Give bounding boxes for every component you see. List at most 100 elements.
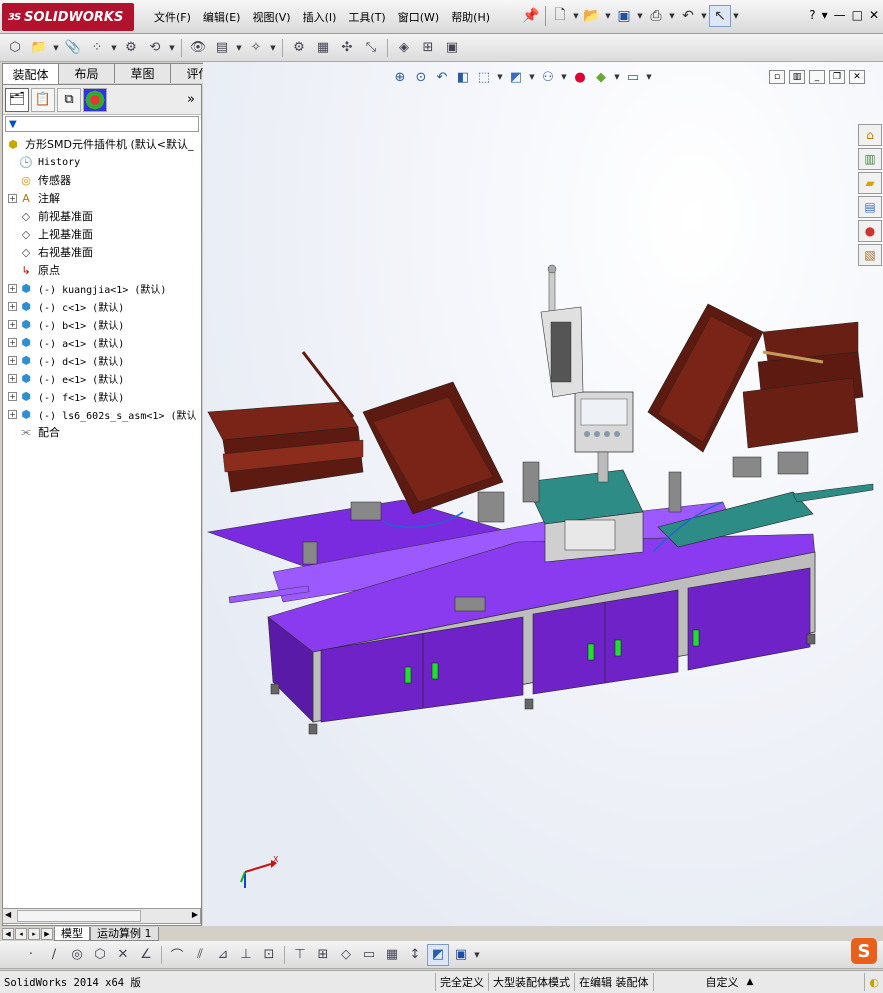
tree-item[interactable]: + ⬢ (-) d<1> (默认) bbox=[3, 351, 201, 369]
close-icon[interactable]: ✕ bbox=[869, 8, 879, 22]
chevron-down-icon[interactable]: ▼ bbox=[732, 12, 740, 20]
tree-filter[interactable]: ▼ bbox=[5, 116, 199, 132]
tree-root-assembly[interactable]: ⬢ 方形SMD元件插件机 (默认<默认_ bbox=[3, 135, 201, 153]
tree-item[interactable]: + ⬢ (-) ls6_602s_s_asm<1> (默认 bbox=[3, 405, 201, 423]
new-motion-study-icon[interactable]: ⚙ bbox=[288, 37, 310, 59]
expand-icon[interactable]: + bbox=[8, 319, 17, 329]
chevron-down-icon[interactable]: ▼ bbox=[235, 44, 243, 52]
edit-appearance-icon[interactable]: ● bbox=[571, 68, 589, 86]
undo-icon[interactable]: ↶ bbox=[677, 5, 699, 27]
apply-scene-icon[interactable]: ◆ bbox=[592, 68, 610, 86]
chevron-down-icon[interactable]: ▼ bbox=[528, 73, 536, 81]
chevron-down-icon[interactable]: ▼ bbox=[604, 12, 612, 20]
line-icon[interactable]: ∕ bbox=[43, 944, 65, 966]
minimize-icon[interactable]: — bbox=[834, 8, 846, 22]
chevron-down-icon[interactable]: ▼ bbox=[473, 951, 481, 959]
scrollbar-thumb[interactable] bbox=[17, 910, 141, 922]
interference-detection-icon[interactable]: ◈ bbox=[393, 37, 415, 59]
grid-icon[interactable]: ⊞ bbox=[312, 944, 334, 966]
chevron-down-icon[interactable]: ▼ bbox=[110, 44, 118, 52]
dimension-icon[interactable]: ⊤ bbox=[289, 944, 311, 966]
tab-sketch[interactable]: 草图 bbox=[114, 63, 171, 83]
move-icon[interactable]: ↕ bbox=[404, 944, 426, 966]
menu-insert[interactable]: 插入(I) bbox=[297, 9, 343, 27]
tree-item[interactable]: + A 注解 bbox=[3, 189, 201, 207]
circle-icon[interactable]: ◎ bbox=[66, 944, 88, 966]
horizontal-scrollbar[interactable]: ◀ ▶ bbox=[2, 908, 201, 924]
graphics-area[interactable]: ⊕ ⊙ ↶ ◧ ⬚ ▼ ◩ ▼ ⚇ ▼ ● ◆ ▼ ▭ ▼ ▫ ▥ _ ❐ ✕ ⌂ ▥ ▰… bbox=[203, 62, 883, 926]
assembly-features-icon[interactable]: ▤ bbox=[211, 37, 233, 59]
chevron-down-icon[interactable]: ▼ bbox=[613, 73, 621, 81]
tab-motion-study-1[interactable]: 运动算例 1 bbox=[90, 926, 159, 941]
chevron-down-icon[interactable]: ▼ bbox=[668, 12, 676, 20]
section-view-icon[interactable]: ◧ bbox=[454, 68, 472, 86]
prev-tab-icon[interactable]: ◂ bbox=[15, 927, 27, 940]
next-tab-icon[interactable]: ▸ bbox=[28, 927, 40, 940]
maximize-icon[interactable]: □ bbox=[852, 8, 863, 22]
expand-icon[interactable]: + bbox=[8, 391, 17, 401]
tree-item[interactable]: + ⬢ (-) a<1> (默认) bbox=[3, 333, 201, 351]
chevron-down-icon[interactable]: ▾ bbox=[822, 8, 828, 22]
display-manager-tab-icon[interactable] bbox=[83, 87, 107, 112]
previous-view-icon[interactable]: ↶ bbox=[433, 68, 451, 86]
view-orientation-icon[interactable]: ⬚ bbox=[475, 68, 493, 86]
select-pointer-icon[interactable]: ↖ bbox=[709, 5, 731, 27]
plane-icon[interactable]: ◇ bbox=[335, 944, 357, 966]
feature-manager-tab-icon[interactable]: 🗂 bbox=[5, 87, 29, 112]
tree-item[interactable]: + ⬢ (-) e<1> (默认) bbox=[3, 369, 201, 387]
view-palette-icon[interactable]: ▤ bbox=[858, 196, 882, 218]
chevron-down-icon[interactable]: ▼ bbox=[700, 12, 708, 20]
expand-panel-icon[interactable]: » bbox=[187, 92, 195, 107]
menu-edit[interactable]: 编辑(E) bbox=[197, 9, 247, 27]
viewport-split-icon[interactable]: ▥ bbox=[789, 70, 805, 84]
chevron-down-icon[interactable]: ▼ bbox=[269, 44, 277, 52]
new-document-icon[interactable]: 🗋 bbox=[549, 5, 571, 27]
tree-item[interactable]: + ⬢ (-) b<1> (默认) bbox=[3, 315, 201, 333]
tree-item[interactable]: + ⬢ (-) kuangjia<1> (默认) bbox=[3, 279, 201, 297]
move-component-icon[interactable]: ⟲ bbox=[144, 37, 166, 59]
configuration-manager-tab-icon[interactable]: ⧉ bbox=[57, 87, 81, 112]
machine-model-3d[interactable] bbox=[203, 252, 883, 772]
bill-of-materials-icon[interactable]: ▦ bbox=[312, 37, 334, 59]
tree-item[interactable]: ◇ 上视基准面 bbox=[3, 225, 201, 243]
expand-icon[interactable]: + bbox=[8, 373, 17, 383]
property-manager-tab-icon[interactable]: 📋 bbox=[31, 87, 55, 112]
display-style-icon[interactable]: ◩ bbox=[507, 68, 525, 86]
chevron-down-icon[interactable]: ▼ bbox=[572, 12, 580, 20]
smart-dimension-icon[interactable]: ⊡ bbox=[258, 944, 280, 966]
window-icon[interactable]: ▭ bbox=[358, 944, 380, 966]
explode-line-sketch-icon[interactable]: ⤡ bbox=[360, 37, 382, 59]
tree-item[interactable]: 🕒 History bbox=[3, 153, 201, 171]
menu-tools[interactable]: 工具(T) bbox=[342, 9, 391, 27]
menu-file[interactable]: 文件(F) bbox=[148, 9, 197, 27]
chevron-down-icon[interactable]: ▼ bbox=[52, 44, 60, 52]
chevron-down-icon[interactable]: ▼ bbox=[496, 73, 504, 81]
linear-pattern-icon[interactable]: ⁘ bbox=[86, 37, 108, 59]
expand-icon[interactable]: + bbox=[8, 409, 17, 419]
relation-icon[interactable]: ⊥ bbox=[235, 944, 257, 966]
menu-view[interactable]: 视图(V) bbox=[246, 9, 296, 27]
chevron-down-icon[interactable]: ▼ bbox=[645, 73, 653, 81]
expand-icon[interactable]: + bbox=[8, 193, 17, 203]
design-library-icon[interactable]: ▥ bbox=[858, 148, 882, 170]
insert-component-icon[interactable]: ⬡ bbox=[4, 37, 26, 59]
view-settings-icon[interactable]: ▭ bbox=[624, 68, 642, 86]
sogou-ime-icon[interactable]: S bbox=[851, 938, 877, 964]
scroll-left-icon[interactable]: ◀ bbox=[5, 910, 11, 919]
tree-item[interactable]: + ⬢ (-) f<1> (默认) bbox=[3, 387, 201, 405]
last-tab-icon[interactable]: ▶ bbox=[41, 927, 53, 940]
expand-icon[interactable]: + bbox=[8, 337, 17, 347]
help-balloon-icon[interactable]: ◐ bbox=[864, 973, 883, 991]
point-icon[interactable]: · bbox=[20, 944, 42, 966]
mirror-icon[interactable]: ⊿ bbox=[212, 944, 234, 966]
polygon-icon[interactable]: ⬡ bbox=[89, 944, 111, 966]
table-icon[interactable]: ▦ bbox=[381, 944, 403, 966]
fillet-icon[interactable]: ⌒ bbox=[166, 944, 188, 966]
tree-item[interactable]: ⫘ 配合 bbox=[3, 423, 201, 441]
chevron-down-icon[interactable]: ▼ bbox=[168, 44, 176, 52]
zoom-to-fit-icon[interactable]: ⊕ bbox=[391, 68, 409, 86]
expand-icon[interactable]: + bbox=[8, 301, 17, 311]
large-assembly-icon[interactable]: ▣ bbox=[441, 37, 463, 59]
offset-icon[interactable]: ⫽ bbox=[189, 944, 211, 966]
exploded-view-icon[interactable]: ✣ bbox=[336, 37, 358, 59]
